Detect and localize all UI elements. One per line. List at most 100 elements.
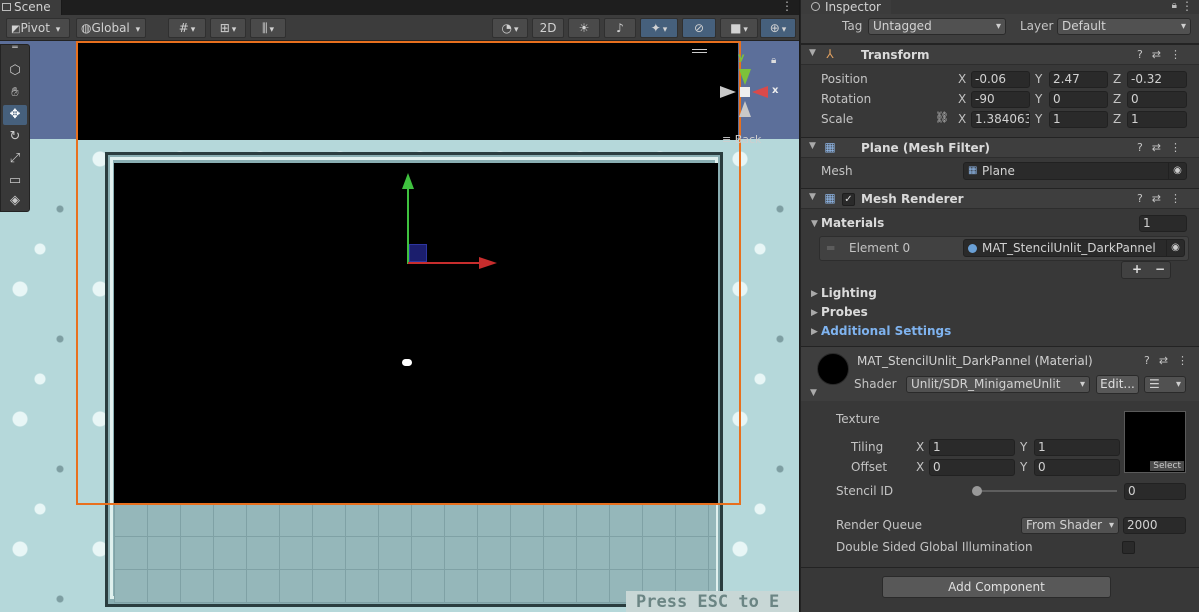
- view-tool[interactable]: ⬡: [3, 61, 27, 81]
- rotate-tool[interactable]: ↻: [3, 127, 27, 147]
- stencil-id-field[interactable]: 0: [1124, 483, 1186, 500]
- rotation-z-axis: Z: [1113, 92, 1122, 106]
- component-header-icons[interactable]: ?⇄⋮: [1137, 48, 1190, 61]
- scene-viewport[interactable]: y 🔒︎ x ≡ Back Press ESC to E: [0, 41, 799, 612]
- move-gizmo-x-arrow[interactable]: [479, 257, 497, 269]
- scale-x-field[interactable]: 1.384063: [971, 111, 1030, 128]
- mesh-renderer-enabled-checkbox[interactable]: ✓: [842, 193, 855, 206]
- position-label: Position: [821, 72, 868, 86]
- probes-foldout-icon[interactable]: ▶: [811, 308, 818, 318]
- drag-handle-icon[interactable]: ═: [827, 241, 834, 255]
- tiling-x-field[interactable]: 1: [929, 439, 1015, 456]
- orientation-neg-x-cone[interactable]: [720, 86, 736, 98]
- transform-tool[interactable]: ◈: [3, 191, 27, 211]
- texture-select-button[interactable]: Select: [1150, 461, 1184, 471]
- increment-snap-button[interactable]: ⫼: [250, 18, 286, 38]
- rotation-z-field[interactable]: 0: [1127, 91, 1187, 108]
- shader-dropdown[interactable]: Unlit/SDR_MinigameUnlit: [906, 376, 1090, 393]
- mesh-filter-foldout-icon[interactable]: ▼: [809, 141, 816, 151]
- scale-tool[interactable]: ⤢: [3, 149, 27, 169]
- move-gizmo-x-axis[interactable]: [408, 262, 480, 264]
- grid-snap-button[interactable]: #: [168, 18, 206, 38]
- transform-header[interactable]: ▼ ⅄ Transform ?⇄⋮: [801, 44, 1199, 65]
- probes-foldout[interactable]: Probes: [821, 305, 868, 319]
- move-gizmo-plane-handle[interactable]: [409, 244, 427, 262]
- lighting-foldout[interactable]: Lighting: [821, 286, 877, 300]
- orientation-y-cone[interactable]: [739, 69, 751, 85]
- mesh-filter-header[interactable]: ▼ ▦ Plane (Mesh Filter) ?⇄⋮: [801, 137, 1199, 158]
- 2d-toggle[interactable]: 2D: [532, 18, 564, 38]
- pivot-dropdown[interactable]: ◩Pivot: [6, 18, 70, 38]
- scene-menu-icon[interactable]: ⋮: [781, 0, 793, 13]
- inspector-tab[interactable]: Inspector: [801, 0, 891, 14]
- tiling-y-field[interactable]: 1: [1034, 439, 1120, 456]
- overlay-menu-icon[interactable]: [692, 49, 707, 53]
- gizmos-dropdown[interactable]: ⊕: [760, 18, 796, 38]
- draw-mode-dropdown[interactable]: ◔: [492, 18, 528, 38]
- mesh-renderer-foldout-icon[interactable]: ▼: [809, 192, 816, 202]
- component-header-icons[interactable]: ?⇄⋮: [1137, 141, 1190, 154]
- tag-dropdown[interactable]: Untagged: [868, 18, 1006, 35]
- view-back-label[interactable]: ≡ Back: [722, 133, 761, 146]
- component-header-icons[interactable]: ?⇄⋮: [1144, 354, 1197, 367]
- layer-dropdown[interactable]: Default: [1057, 18, 1191, 35]
- material-field[interactable]: MAT_StencilUnlit_DarkPannel ◉: [963, 239, 1185, 257]
- position-y-field[interactable]: 2.47: [1049, 71, 1108, 88]
- orientation-x-cone[interactable]: [752, 86, 768, 98]
- remove-element-button[interactable]: −: [1155, 262, 1165, 277]
- lighting-icon: ☀: [578, 21, 590, 35]
- object-picker-icon[interactable]: ◉: [1166, 240, 1184, 256]
- hidden-objects-toggle[interactable]: ⊘: [682, 18, 716, 38]
- component-header-icons[interactable]: ?⇄⋮: [1137, 192, 1190, 205]
- rotation-y-field[interactable]: 0: [1049, 91, 1108, 108]
- offset-y-field[interactable]: 0: [1034, 459, 1120, 476]
- orientation-gizmo[interactable]: y 🔒︎ x ≡ Back: [716, 49, 782, 146]
- constrain-proportions-icon[interactable]: ⛓: [935, 111, 949, 124]
- lock-icon[interactable]: 🔒︎: [771, 55, 776, 66]
- position-x-field[interactable]: -0.06: [971, 71, 1030, 88]
- mesh-field[interactable]: ▦ Plane ◉: [963, 162, 1187, 180]
- additional-settings-foldout[interactable]: Additional Settings: [821, 324, 951, 338]
- render-queue-field[interactable]: 2000: [1123, 517, 1186, 534]
- materials-foldout-icon[interactable]: ▼: [811, 219, 818, 229]
- lighting-foldout-icon[interactable]: ▶: [811, 289, 818, 299]
- grid-visibility-button[interactable]: ⊞: [210, 18, 246, 38]
- scale-z-field[interactable]: 1: [1127, 111, 1187, 128]
- rotation-x-field[interactable]: -90: [971, 91, 1030, 108]
- mesh-renderer-header[interactable]: ▼ ▦ ✓ Mesh Renderer ?⇄⋮: [801, 188, 1199, 209]
- inspector-lock-icon[interactable]: 🔒︎: [1172, 0, 1177, 11]
- audio-toggle[interactable]: ♪: [604, 18, 636, 38]
- transform-foldout-icon[interactable]: ▼: [809, 48, 816, 58]
- inspector-menu-icon[interactable]: ⋮: [1181, 0, 1193, 13]
- offset-x-field[interactable]: 0: [929, 459, 1015, 476]
- orientation-neg-y-cone[interactable]: [739, 101, 751, 117]
- shader-options-dropdown[interactable]: ☰: [1144, 376, 1186, 393]
- scale-y-field[interactable]: 1: [1049, 111, 1108, 128]
- tiling-label: Tiling: [851, 440, 884, 454]
- object-picker-icon[interactable]: ◉: [1168, 163, 1186, 179]
- texture-slot[interactable]: Select: [1124, 411, 1186, 473]
- rect-tool[interactable]: ▭: [3, 171, 27, 191]
- shader-label: Shader: [854, 377, 897, 391]
- edit-shader-button[interactable]: Edit...: [1096, 375, 1139, 394]
- camera-settings-dropdown[interactable]: ■: [720, 18, 758, 38]
- tools-drag-handle[interactable]: ═: [3, 44, 27, 53]
- hand-tool[interactable]: ✋︎: [3, 83, 27, 103]
- double-sided-gi-checkbox[interactable]: [1122, 541, 1135, 554]
- stencil-slider-thumb[interactable]: [972, 486, 982, 496]
- add-component-button[interactable]: Add Component: [882, 576, 1111, 598]
- render-queue-dropdown[interactable]: From Shader: [1021, 517, 1119, 534]
- effects-toggle[interactable]: ✦: [640, 18, 678, 38]
- position-z-field[interactable]: -0.32: [1127, 71, 1187, 88]
- global-dropdown[interactable]: ◍Global: [76, 18, 146, 38]
- scene-tab[interactable]: Scene: [0, 0, 62, 15]
- lighting-toggle[interactable]: ☀: [568, 18, 600, 38]
- move-gizmo-y-arrow[interactable]: [402, 173, 414, 189]
- material-foldout-icon[interactable]: ▼: [810, 388, 817, 398]
- stencil-slider-track[interactable]: [977, 490, 1117, 492]
- move-tool[interactable]: ✥: [3, 105, 27, 125]
- additional-settings-foldout-icon[interactable]: ▶: [811, 327, 818, 337]
- orientation-center-cube[interactable]: [740, 87, 750, 97]
- materials-count-field[interactable]: 1: [1139, 215, 1187, 232]
- add-element-button[interactable]: +: [1132, 262, 1142, 277]
